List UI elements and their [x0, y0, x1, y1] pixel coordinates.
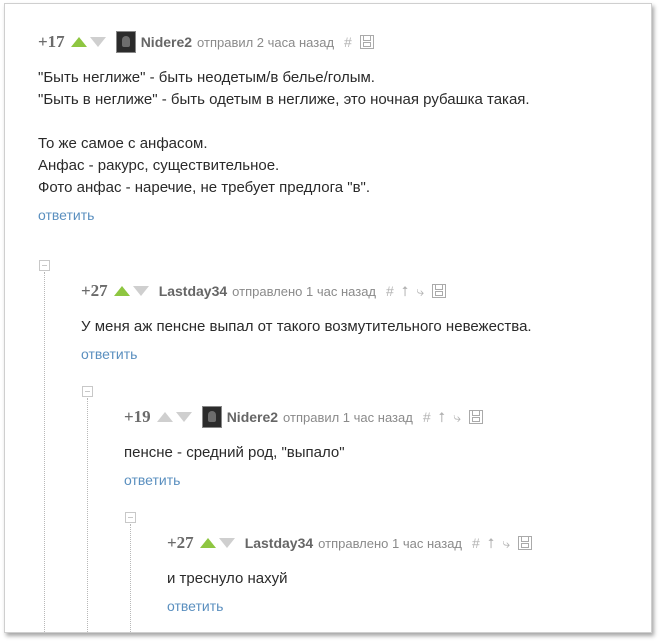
comment-timestamp[interactable]: отправил 1 час назад: [283, 410, 413, 425]
comment-body: "Быть неглиже" - быть неодетым/в белье/г…: [38, 67, 530, 199]
comment-header: +27 Lastday34 отправлено 1 час назад # ⭡…: [81, 280, 532, 302]
downvote-icon[interactable]: [218, 538, 235, 548]
comment-author[interactable]: Nidere2: [141, 34, 192, 50]
permalink-icon[interactable]: #: [386, 283, 394, 299]
permalink-icon[interactable]: #: [472, 535, 480, 551]
comment-rating: +17: [38, 32, 65, 51]
reply-link[interactable]: ответить: [38, 207, 530, 223]
comment-line: То же самое с анфасом.: [38, 135, 208, 152]
permalink-icon[interactable]: #: [344, 34, 352, 50]
comment: +27 Lastday34 отправлено 1 час назад # ⭡…: [167, 532, 533, 614]
parent-comment-icon[interactable]: ⭡: [402, 283, 409, 300]
permalink-icon[interactable]: #: [423, 409, 431, 425]
collapse-thread-button[interactable]: [39, 260, 50, 271]
reply-link[interactable]: ответить: [81, 346, 532, 362]
upvote-icon[interactable]: [70, 37, 87, 47]
save-icon[interactable]: [359, 35, 374, 49]
comment-rating: +27: [167, 533, 194, 552]
comment-timestamp[interactable]: отправлено 1 час назад: [232, 284, 376, 299]
comment-rating: +19: [124, 407, 151, 426]
reply-link[interactable]: ответить: [167, 598, 532, 614]
comment-timestamp[interactable]: отправил 2 часа назад: [197, 35, 334, 50]
parent-comment-icon[interactable]: ⭡: [439, 409, 446, 426]
thread-line: [130, 524, 131, 632]
downvote-icon[interactable]: [132, 286, 149, 296]
comment-author[interactable]: Nidere2: [227, 409, 278, 425]
comment-line: "Быть в неглиже" - быть одетым в неглиже…: [38, 91, 530, 108]
comment-line: У меня аж пенсне выпал от такого возмути…: [81, 318, 532, 335]
comment-author[interactable]: Lastday34: [245, 535, 313, 551]
branch-icon[interactable]: ⤷: [453, 409, 461, 426]
comment-line: и треснуло нахуй: [167, 570, 288, 587]
comment-line: Фото анфас - наречие, не требует предлог…: [38, 179, 371, 196]
comment: +19 Nidere2 отправил 1 час назад # ⭡ ⤷ п…: [124, 406, 484, 488]
comment-body: и треснуло нахуй: [167, 568, 532, 590]
upvote-icon[interactable]: [113, 286, 130, 296]
comment-line: Анфас - ракурс, существительное.: [38, 157, 280, 174]
comment: +27 Lastday34 отправлено 1 час назад # ⭡…: [81, 280, 532, 362]
parent-comment-icon[interactable]: ⭡: [488, 535, 495, 552]
downvote-icon[interactable]: [175, 412, 192, 422]
thread-line: [87, 398, 88, 632]
reply-link[interactable]: ответить: [124, 472, 483, 488]
comment-header: +27 Lastday34 отправлено 1 час назад # ⭡…: [167, 532, 533, 554]
comment-body: пенсне - средний род, "выпало": [124, 442, 483, 464]
comment-rating: +27: [81, 281, 108, 300]
collapse-thread-button[interactable]: [82, 386, 93, 397]
downvote-icon[interactable]: [89, 37, 106, 47]
comment-line: "Быть неглиже" - быть неодетым/в белье/г…: [38, 69, 375, 86]
save-icon[interactable]: [518, 536, 533, 550]
comment-line: пенсне - средний род, "выпало": [124, 444, 345, 461]
save-icon[interactable]: [469, 410, 484, 424]
thread-line: [44, 272, 45, 632]
comment-header: +17 Nidere2 отправил 2 часа назад #: [38, 31, 530, 53]
collapse-thread-button[interactable]: [125, 512, 136, 523]
upvote-icon[interactable]: [199, 538, 216, 548]
branch-icon[interactable]: ⤷: [416, 283, 424, 300]
save-icon[interactable]: [432, 284, 447, 298]
avatar[interactable]: [201, 406, 222, 428]
comment-line: [38, 111, 530, 133]
comment-author[interactable]: Lastday34: [159, 283, 227, 299]
avatar[interactable]: [115, 31, 136, 53]
comments-panel: +17 Nidere2 отправил 2 часа назад # "Быт…: [4, 3, 652, 633]
comment-header: +19 Nidere2 отправил 1 час назад # ⭡ ⤷: [124, 406, 484, 428]
comment: +17 Nidere2 отправил 2 часа назад # "Быт…: [38, 31, 530, 223]
comment-body: У меня аж пенсне выпал от такого возмути…: [81, 316, 532, 338]
comment-timestamp[interactable]: отправлено 1 час назад: [318, 536, 462, 551]
upvote-icon[interactable]: [156, 412, 173, 422]
branch-icon[interactable]: ⤷: [502, 535, 510, 552]
